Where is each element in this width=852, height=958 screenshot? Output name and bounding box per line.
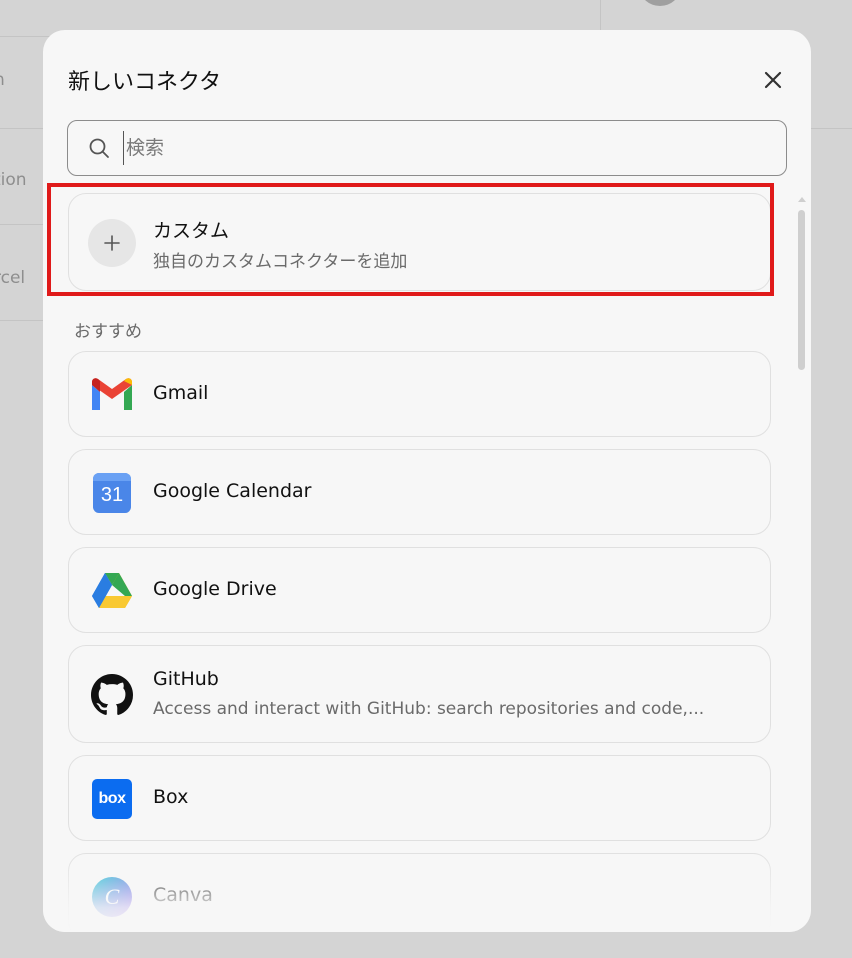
search-input[interactable] xyxy=(123,131,763,165)
connector-name: Gmail xyxy=(153,382,209,404)
github-icon xyxy=(89,672,135,718)
google-drive-icon xyxy=(89,568,135,614)
github-icon-glyph xyxy=(91,674,133,715)
background-divider xyxy=(810,128,852,129)
google-drive-icon-glyph xyxy=(92,573,132,608)
connector-card-canva[interactable]: C Canva xyxy=(68,853,771,932)
connector-description: Access and interact with GitHub: search … xyxy=(153,699,705,719)
connector-name: Google Calendar xyxy=(153,480,312,502)
connector-card-google-calendar[interactable]: 31 Google Calendar xyxy=(68,449,771,535)
dialog-title: 新しいコネクタ xyxy=(68,70,222,95)
background-text: rcel xyxy=(0,268,26,288)
box-logo-text: box xyxy=(98,790,126,807)
new-connector-dialog: 新しいコネクタ カスタム 独自のカスタムコネクターを追加 おすすめ xyxy=(43,30,811,932)
background-avatar xyxy=(640,0,680,6)
google-calendar-icon: 31 xyxy=(89,470,135,516)
calendar-tile-top xyxy=(93,473,131,481)
connector-card-github[interactable]: GitHub Access and interact with GitHub: … xyxy=(68,645,771,743)
canva-logo-text: C xyxy=(104,884,120,909)
connector-card-box[interactable]: box Box xyxy=(68,755,771,841)
canva-tile: C xyxy=(92,877,132,917)
connector-name: GitHub xyxy=(153,668,219,690)
background-text: n xyxy=(0,70,5,90)
box-tile: box xyxy=(92,779,132,819)
custom-connector-card[interactable]: カスタム 独自のカスタムコネクターを追加 xyxy=(68,193,771,291)
background-text: tion xyxy=(0,170,27,190)
connector-card-google-drive[interactable]: Google Drive xyxy=(68,547,771,633)
connector-name: Box xyxy=(153,786,189,808)
connector-name: Canva xyxy=(153,884,213,906)
plus-icon-glyph xyxy=(104,235,120,251)
connector-card-gmail[interactable]: Gmail xyxy=(68,351,771,437)
search-icon xyxy=(89,138,109,158)
background-divider xyxy=(600,0,601,30)
close-button[interactable] xyxy=(759,66,787,94)
gmail-icon-glyph xyxy=(92,378,132,410)
calendar-tile: 31 xyxy=(93,473,131,513)
section-label-recommended: おすすめ xyxy=(74,322,142,342)
scrollbar-up-arrow[interactable] xyxy=(798,197,806,202)
connector-name: Google Drive xyxy=(153,578,277,600)
custom-connector-name: カスタム xyxy=(153,220,230,242)
box-icon: box xyxy=(89,776,135,822)
close-icon xyxy=(764,71,782,89)
canva-icon: C xyxy=(89,874,135,920)
plus-icon xyxy=(88,219,136,267)
search-box xyxy=(67,120,787,176)
custom-connector-description: 独自のカスタムコネクターを追加 xyxy=(153,252,408,272)
scrollbar-thumb[interactable] xyxy=(798,210,805,370)
calendar-date: 31 xyxy=(100,483,124,506)
gmail-icon xyxy=(89,372,135,418)
